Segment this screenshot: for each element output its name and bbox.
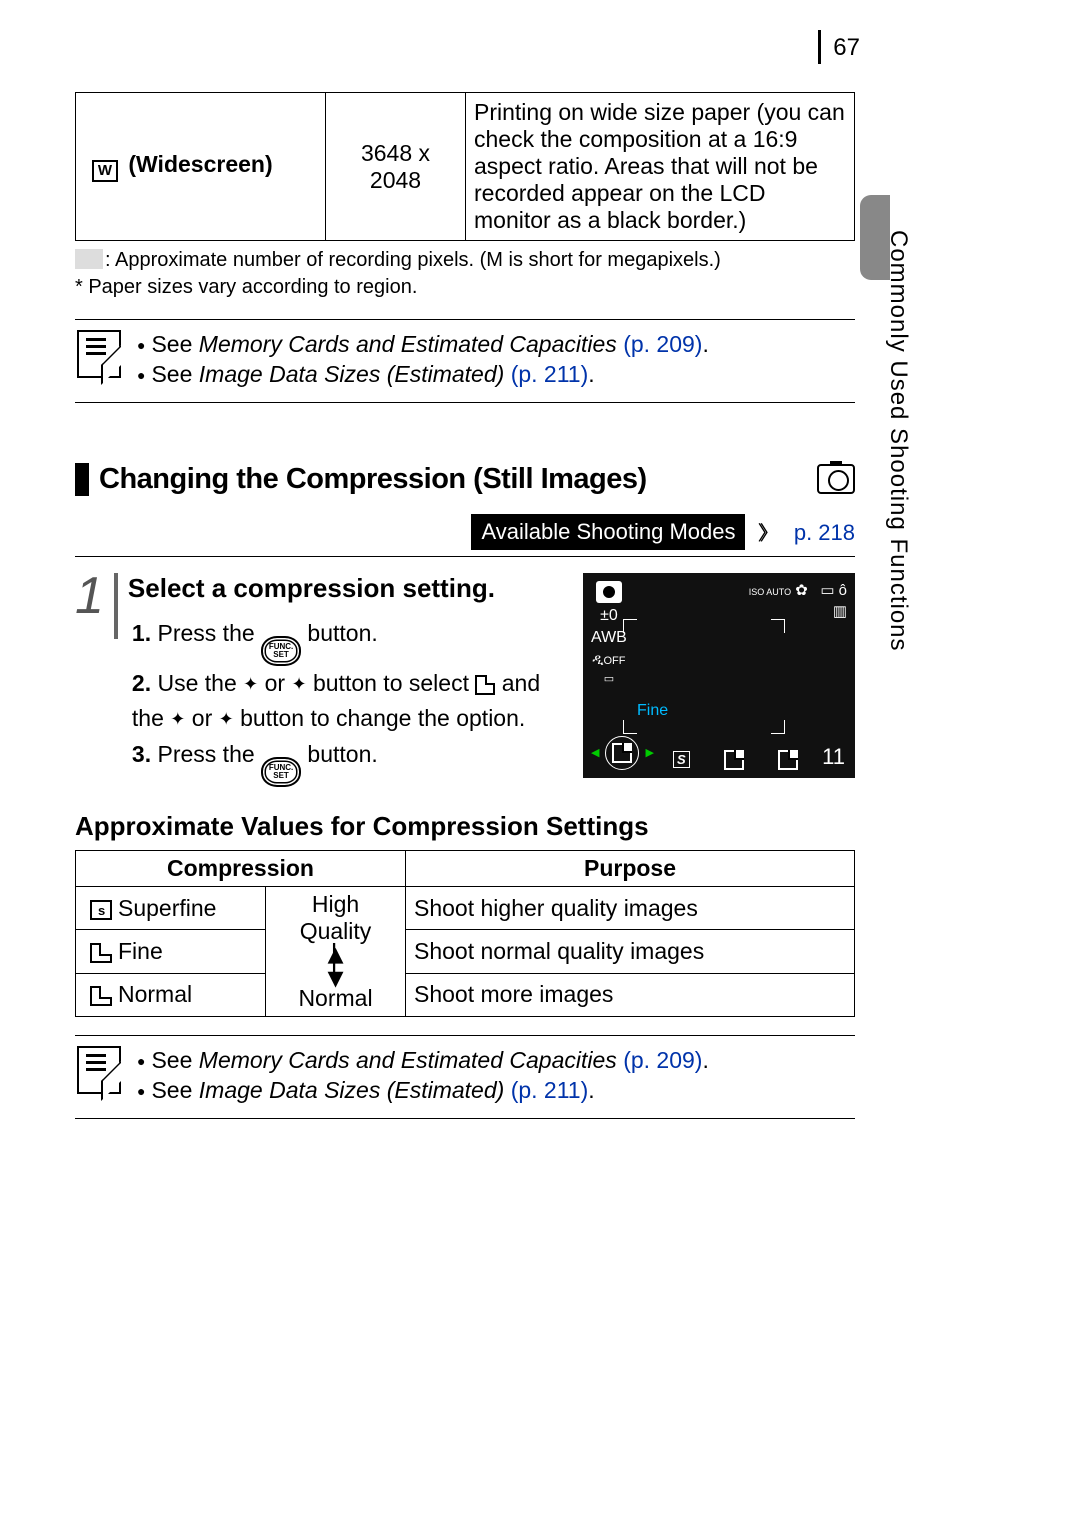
camera-icon bbox=[817, 464, 855, 494]
grey-legend-box bbox=[75, 249, 103, 269]
widescreen-resolution: 3648 x 2048 bbox=[326, 93, 466, 241]
note-icon bbox=[77, 1046, 121, 1094]
page-ref-209[interactable]: (p. 209) bbox=[623, 331, 702, 357]
compression-icon bbox=[475, 675, 495, 695]
page-ref-209-b[interactable]: (p. 209) bbox=[623, 1047, 702, 1073]
fine-label: Fine bbox=[118, 938, 163, 964]
substep-2: 2. Use the ✦ or ✦ button to select and t… bbox=[132, 666, 573, 737]
fine-purpose: Shoot normal quality images bbox=[406, 930, 855, 973]
widescreen-label: (Widescreen) bbox=[128, 151, 272, 177]
normal-icon bbox=[90, 986, 112, 1006]
superfine-icon bbox=[90, 900, 112, 920]
th-purpose: Purpose bbox=[406, 851, 855, 887]
sidebar-section-label: Commonly Used Shooting Functions bbox=[884, 230, 912, 652]
note-line-1: See Memory Cards and Estimated Capacitie… bbox=[137, 330, 709, 360]
heading-text: Changing the Compression (Still Images) bbox=[99, 463, 647, 496]
up-arrow-icon: ✦ bbox=[243, 674, 258, 694]
step-number: 1 bbox=[75, 573, 118, 639]
substep-3: 3. Press the FUNC.SET button. bbox=[132, 737, 573, 787]
lcd-preview: ±0 AWB ዲOFF ▭ ISO AUTO ✿ ▭ ô ▥ Fine ◀ ▶ … bbox=[583, 573, 855, 778]
footnote-2: * Paper sizes vary according to region. bbox=[75, 274, 855, 301]
section-heading: Changing the Compression (Still Images) bbox=[75, 463, 855, 496]
page-ref-211-b[interactable]: (p. 211) bbox=[511, 1077, 589, 1103]
page-ref-211[interactable]: (p. 211) bbox=[511, 361, 589, 387]
page-content: W (Widescreen) 3648 x 2048 Printing on w… bbox=[75, 92, 855, 1119]
page-number: 67 bbox=[818, 30, 860, 64]
right-triangle-icon: ▶ bbox=[645, 746, 653, 759]
func-set-button-icon: FUNC.SET bbox=[261, 636, 301, 666]
compression-values-subheading: Approximate Values for Compression Setti… bbox=[75, 811, 855, 842]
superfine-purpose: Shoot higher quality images bbox=[406, 887, 855, 930]
widescreen-description: Printing on wide size paper (you can che… bbox=[466, 93, 855, 241]
lcd-awb: AWB bbox=[591, 629, 627, 647]
shooting-modes-badge: Available Shooting Modes bbox=[471, 514, 745, 550]
note-box-2: See Memory Cards and Estimated Capacitie… bbox=[75, 1035, 855, 1119]
lcd-bottom-icons: S bbox=[673, 750, 798, 770]
normal-purpose: Shoot more images bbox=[406, 973, 855, 1016]
note-line-4: See Image Data Sizes (Estimated) (p. 211… bbox=[137, 1076, 709, 1106]
left-triangle-icon: ◀ bbox=[591, 746, 599, 759]
normal-label: Normal bbox=[118, 981, 192, 1007]
lcd-battery-icon: ▥ bbox=[833, 602, 847, 620]
func-set-button-icon: FUNC.SET bbox=[261, 757, 301, 787]
note-icon bbox=[77, 330, 121, 378]
lcd-ev: ±0 bbox=[600, 607, 618, 625]
note-line-2: See Image Data Sizes (Estimated) (p. 211… bbox=[137, 360, 709, 390]
lcd-top-right-icons: ISO AUTO ✿ ▭ ô bbox=[749, 581, 847, 599]
shooting-modes-link[interactable]: 〉〉 p. 218 bbox=[757, 517, 855, 546]
right-arrow-icon: ✦ bbox=[219, 709, 234, 729]
step-1: 1 Select a compression setting. 1. Press… bbox=[75, 573, 855, 787]
lcd-fine-label: Fine bbox=[637, 702, 668, 720]
lcd-camera-icon bbox=[596, 581, 622, 603]
footnotes: : Approximate number of recording pixels… bbox=[75, 247, 855, 301]
lcd-off: ዲOFF bbox=[592, 651, 625, 668]
note-line-3: See Memory Cards and Estimated Capacitie… bbox=[137, 1046, 709, 1076]
down-arrow-icon: ✦ bbox=[291, 674, 306, 694]
superfine-label: Superfine bbox=[118, 895, 216, 921]
scale-normal: Normal bbox=[274, 985, 397, 1012]
substep-1: 1. Press the FUNC.SET button. bbox=[132, 616, 573, 666]
lcd-selection-circle bbox=[605, 736, 639, 770]
widescreen-table: W (Widescreen) 3648 x 2048 Printing on w… bbox=[75, 92, 855, 241]
fine-icon bbox=[90, 943, 112, 963]
widescreen-icon: W bbox=[92, 160, 118, 182]
lcd-shots-remaining: 11 bbox=[822, 744, 845, 770]
left-arrow-icon: ✦ bbox=[170, 709, 185, 729]
compression-table: Compression Purpose Superfine High Quali… bbox=[75, 850, 855, 1017]
footnote-1: : Approximate number of recording pixels… bbox=[105, 249, 721, 271]
th-compression: Compression bbox=[76, 851, 406, 887]
step-title: Select a compression setting. bbox=[128, 573, 573, 604]
shooting-modes-row: Available Shooting Modes 〉〉 p. 218 bbox=[75, 514, 855, 557]
note-box-1: See Memory Cards and Estimated Capacitie… bbox=[75, 319, 855, 403]
scale-down-arrow-icon: ▾ bbox=[274, 969, 397, 985]
